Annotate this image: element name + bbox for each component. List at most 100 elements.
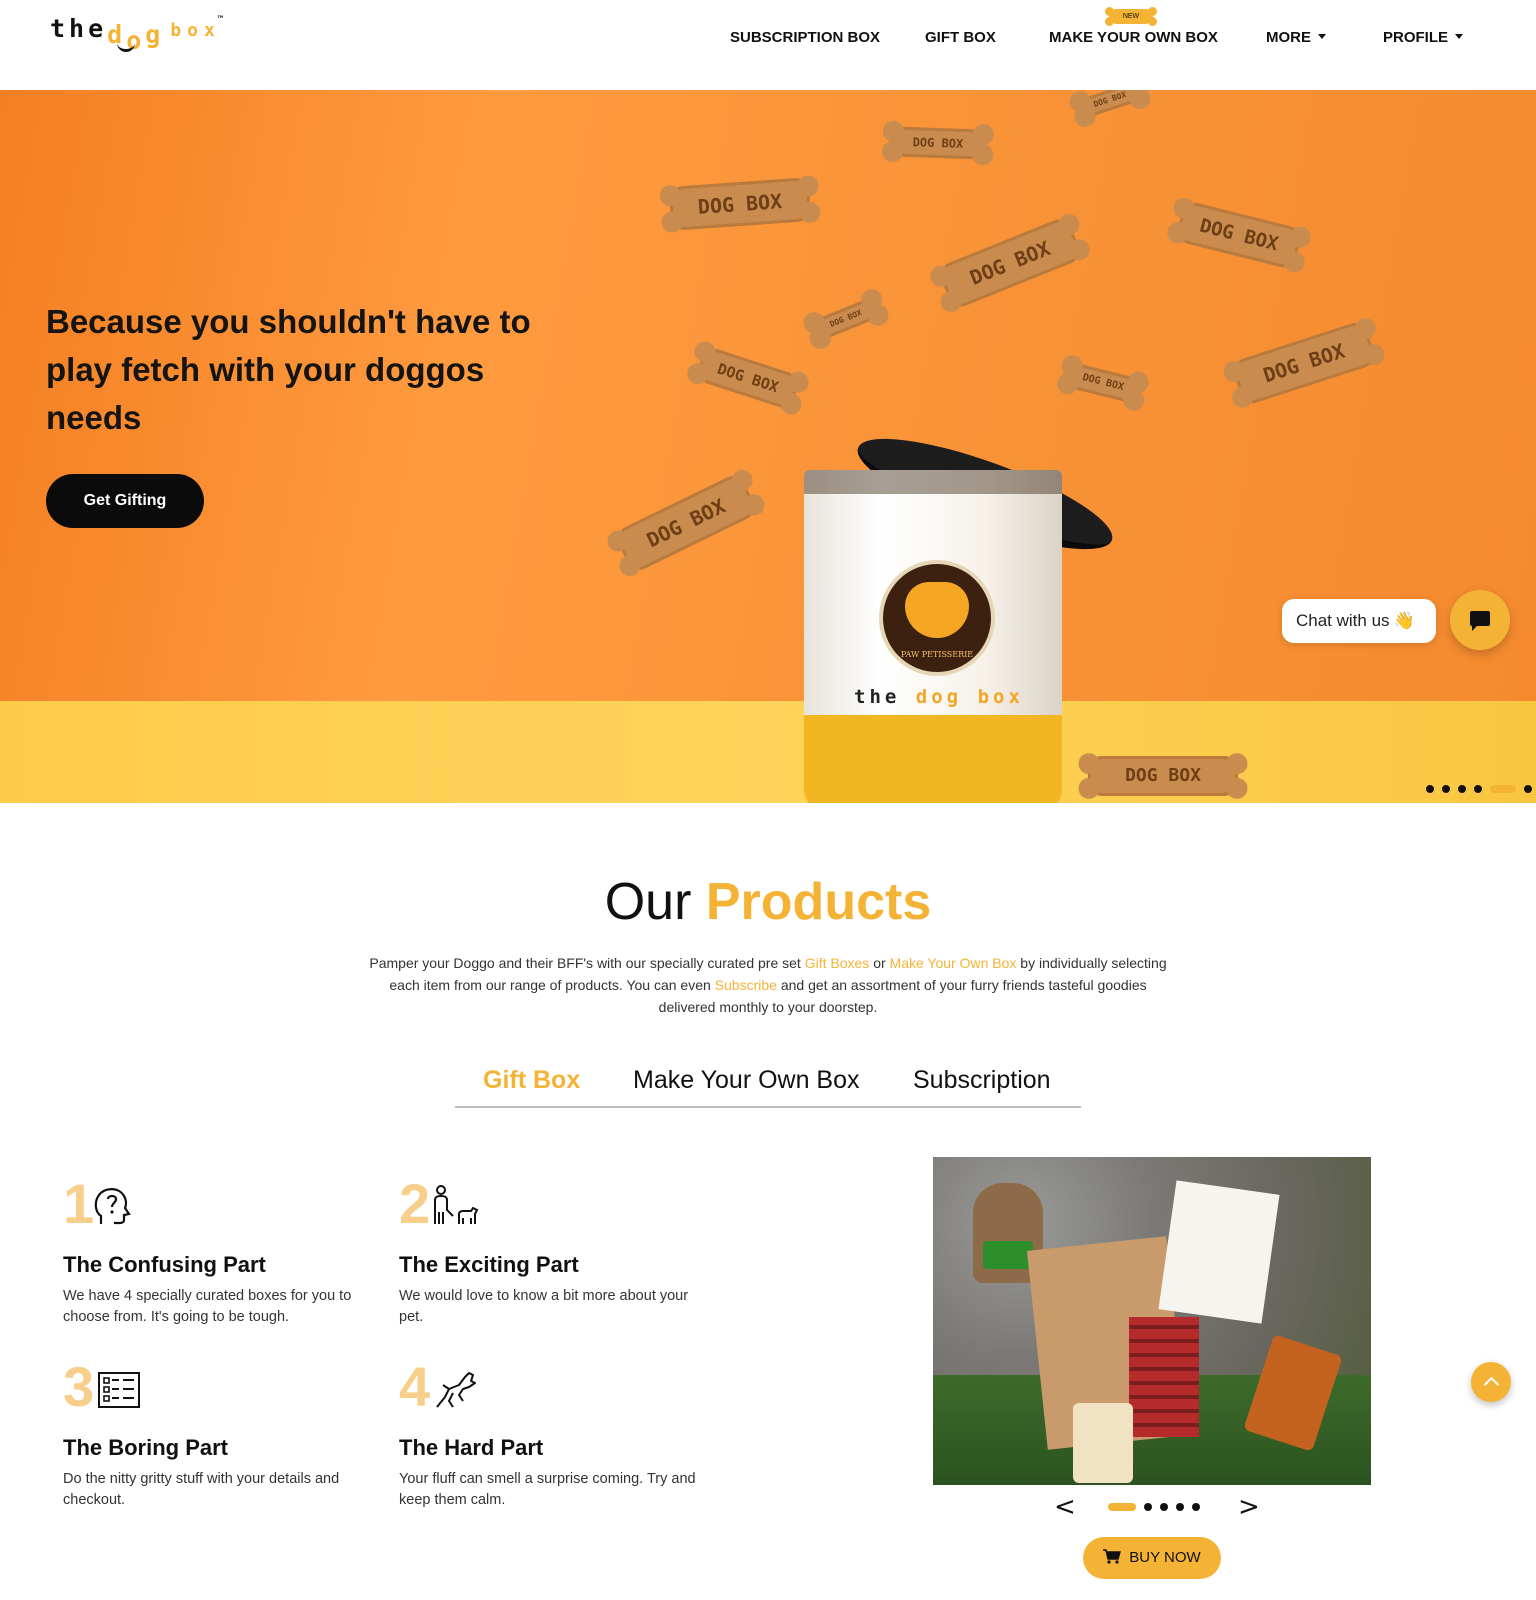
chevron-left-icon[interactable]: < (1054, 1494, 1076, 1520)
tab-subscription[interactable]: Subscription (913, 1066, 1051, 1095)
jar-contents (804, 470, 1062, 494)
nav-make-your-own-box-label: MAKE YOUR OWN BOX (1049, 29, 1218, 46)
jar-brand-logo: the dog box (854, 686, 1024, 708)
product-tabs: Gift Box Make Your Own Box Subscription (455, 1060, 1081, 1108)
nav-subscription-box[interactable]: SUBSCRIPTION BOX (730, 29, 880, 46)
step-3: 3 The Boring Part Do the nitty gritty st… (63, 1359, 363, 1509)
products-heading: Our Products (0, 872, 1536, 932)
buy-now-label: BUY NOW (1129, 1549, 1201, 1566)
chevron-right-icon[interactable]: > (1238, 1494, 1260, 1520)
nav-profile-dropdown[interactable]: PROFILE (1383, 29, 1464, 46)
waving-hand-icon: 👋 (1393, 611, 1415, 630)
dog-biscuit-image: DOG BOX (668, 177, 812, 231)
gift-boxes-link[interactable]: Gift Boxes (805, 955, 870, 971)
product-slide-dot[interactable] (1176, 1503, 1184, 1511)
products-description: Pamper your Doggo and their BFF's with o… (368, 952, 1168, 1018)
step-text: Do the nitty gritty stuff with your deta… (63, 1471, 340, 1508)
products-heading-our: Our (604, 873, 692, 931)
chat-with-us-pill[interactable]: Chat with us 👋 (1282, 599, 1436, 643)
certificate-card (1158, 1180, 1280, 1324)
scroll-to-top-icon[interactable] (1471, 1362, 1511, 1402)
jar-badge-text: PAW PETISSERIE (900, 650, 974, 659)
checklist-form-icon (98, 1372, 140, 1408)
dog-biscuit-image: DOG BOX (1230, 319, 1378, 407)
jar-logo-dog: dog (915, 686, 963, 708)
nav-more-dropdown[interactable]: MORE (1266, 29, 1326, 46)
desc-text-2: or (869, 955, 890, 971)
site-header: the d o g box ™ SUBSCRIPTION BOX GIFT BO… (0, 0, 1536, 90)
chat-label: Chat with us (1296, 611, 1390, 630)
nav-profile-label: PROFILE (1383, 29, 1449, 46)
brand-logo[interactable]: the d o g box ™ (50, 12, 224, 55)
nav-make-your-own-box[interactable]: MAKE YOUR OWN BOX NEW (1049, 7, 1218, 46)
make-your-own-box-link[interactable]: Make Your Own Box (890, 955, 1017, 971)
caret-down-icon (1455, 34, 1464, 39)
step-number: 4 (399, 1355, 431, 1418)
hero-floor (0, 701, 1536, 803)
desc-text-1: Pamper your Doggo and their BFF's with o… (369, 955, 805, 971)
get-gifting-button[interactable]: Get Gifting (46, 474, 204, 528)
logo-box: box (170, 20, 221, 41)
dog-biscuit-image: DOG BOX (613, 471, 759, 575)
hero-slide-dot-active[interactable] (1490, 785, 1516, 793)
step-2: 2 The Exciting Part We would love to kno… (399, 1172, 699, 1326)
person-with-dog-icon (434, 1185, 479, 1224)
logo-trademark: ™ (217, 15, 224, 25)
product-slide-dot[interactable] (1160, 1503, 1168, 1511)
hero-slide-dot[interactable] (1426, 785, 1434, 793)
hero-title: Because you shouldn't have to play fetch… (46, 303, 531, 436)
product-carousel-controls: < > (1054, 1494, 1260, 1520)
hero-slide-dot[interactable] (1474, 785, 1482, 793)
product-slide-dot[interactable] (1192, 1503, 1200, 1511)
buy-now-button[interactable]: BUY NOW (1083, 1537, 1221, 1579)
hero-slide-dot[interactable] (1524, 785, 1532, 793)
nav-subscription-box-label: SUBSCRIPTION BOX (730, 29, 881, 46)
subscribe-link[interactable]: Subscribe (715, 977, 777, 993)
step-title: The Boring Part (63, 1435, 229, 1460)
dog-biscuit-image: DOG BOX (1078, 90, 1142, 119)
product-carousel-indicators (1108, 1503, 1200, 1511)
step-title: The Hard Part (399, 1435, 544, 1460)
logo-dog: d o g (107, 18, 165, 55)
gift-box-product-image (933, 1157, 1371, 1485)
dog-biscuit-image: DOG BOX (1065, 361, 1141, 405)
step-text: We would love to know a bit more about y… (399, 1288, 689, 1325)
dog-biscuit-image: DOG BOX (1078, 748, 1248, 803)
shopping-cart-icon (1103, 1549, 1122, 1564)
logo-the: the (50, 14, 108, 43)
caret-down-icon (1318, 34, 1326, 39)
tab-gift-box[interactable]: Gift Box (483, 1066, 580, 1095)
logo-letter-g: g (145, 20, 165, 49)
nav-more-label: MORE (1266, 29, 1311, 46)
treat-jar-image: PAW PETISSERIE the dog box (804, 470, 1062, 803)
jar-yellow-band (804, 715, 1062, 803)
hero-slide-dot[interactable] (1442, 785, 1450, 793)
step-title: The Exciting Part (399, 1252, 579, 1277)
product-slide-dot[interactable] (1144, 1503, 1152, 1511)
jar-logo-box: box (977, 686, 1024, 708)
nav-gift-box-label: GIFT BOX (925, 29, 996, 46)
treat-jar-small (1073, 1403, 1133, 1483)
nav-gift-box[interactable]: GIFT BOX (925, 29, 996, 46)
step-number: 2 (399, 1172, 431, 1235)
dog-biscuit-image: DOG BOX (891, 126, 985, 160)
jumping-dog-icon (436, 1372, 476, 1408)
step-text: We have 4 specially curated boxes for yo… (63, 1288, 352, 1325)
head-question-icon (94, 1188, 131, 1225)
dog-biscuit-image: DOG BOX (694, 345, 802, 411)
dog-biscuit-image: DOG BOX (812, 296, 880, 342)
products-heading-products: Products (705, 873, 932, 931)
dog-biscuit-image: DOG BOX (1174, 199, 1304, 271)
plaid-bandana (1129, 1317, 1199, 1437)
step-text: Your fluff can smell a surprise coming. … (399, 1471, 696, 1508)
hero-slide-dot[interactable] (1458, 785, 1466, 793)
paw-petisserie-logo: PAW PETISSERIE (879, 560, 995, 676)
product-slide-dot-active[interactable] (1108, 1503, 1136, 1511)
step-1: 1 The Confusing Part We have 4 specially… (63, 1176, 363, 1326)
step-title: The Confusing Part (63, 1252, 266, 1277)
new-bone-badge: NEW (1105, 7, 1157, 24)
dog-biscuit-image: DOG BOX (936, 215, 1084, 311)
chat-bubble-icon[interactable] (1450, 590, 1510, 650)
tab-make-your-own-box[interactable]: Make Your Own Box (633, 1066, 860, 1095)
hero-carousel-indicators (1426, 785, 1532, 793)
